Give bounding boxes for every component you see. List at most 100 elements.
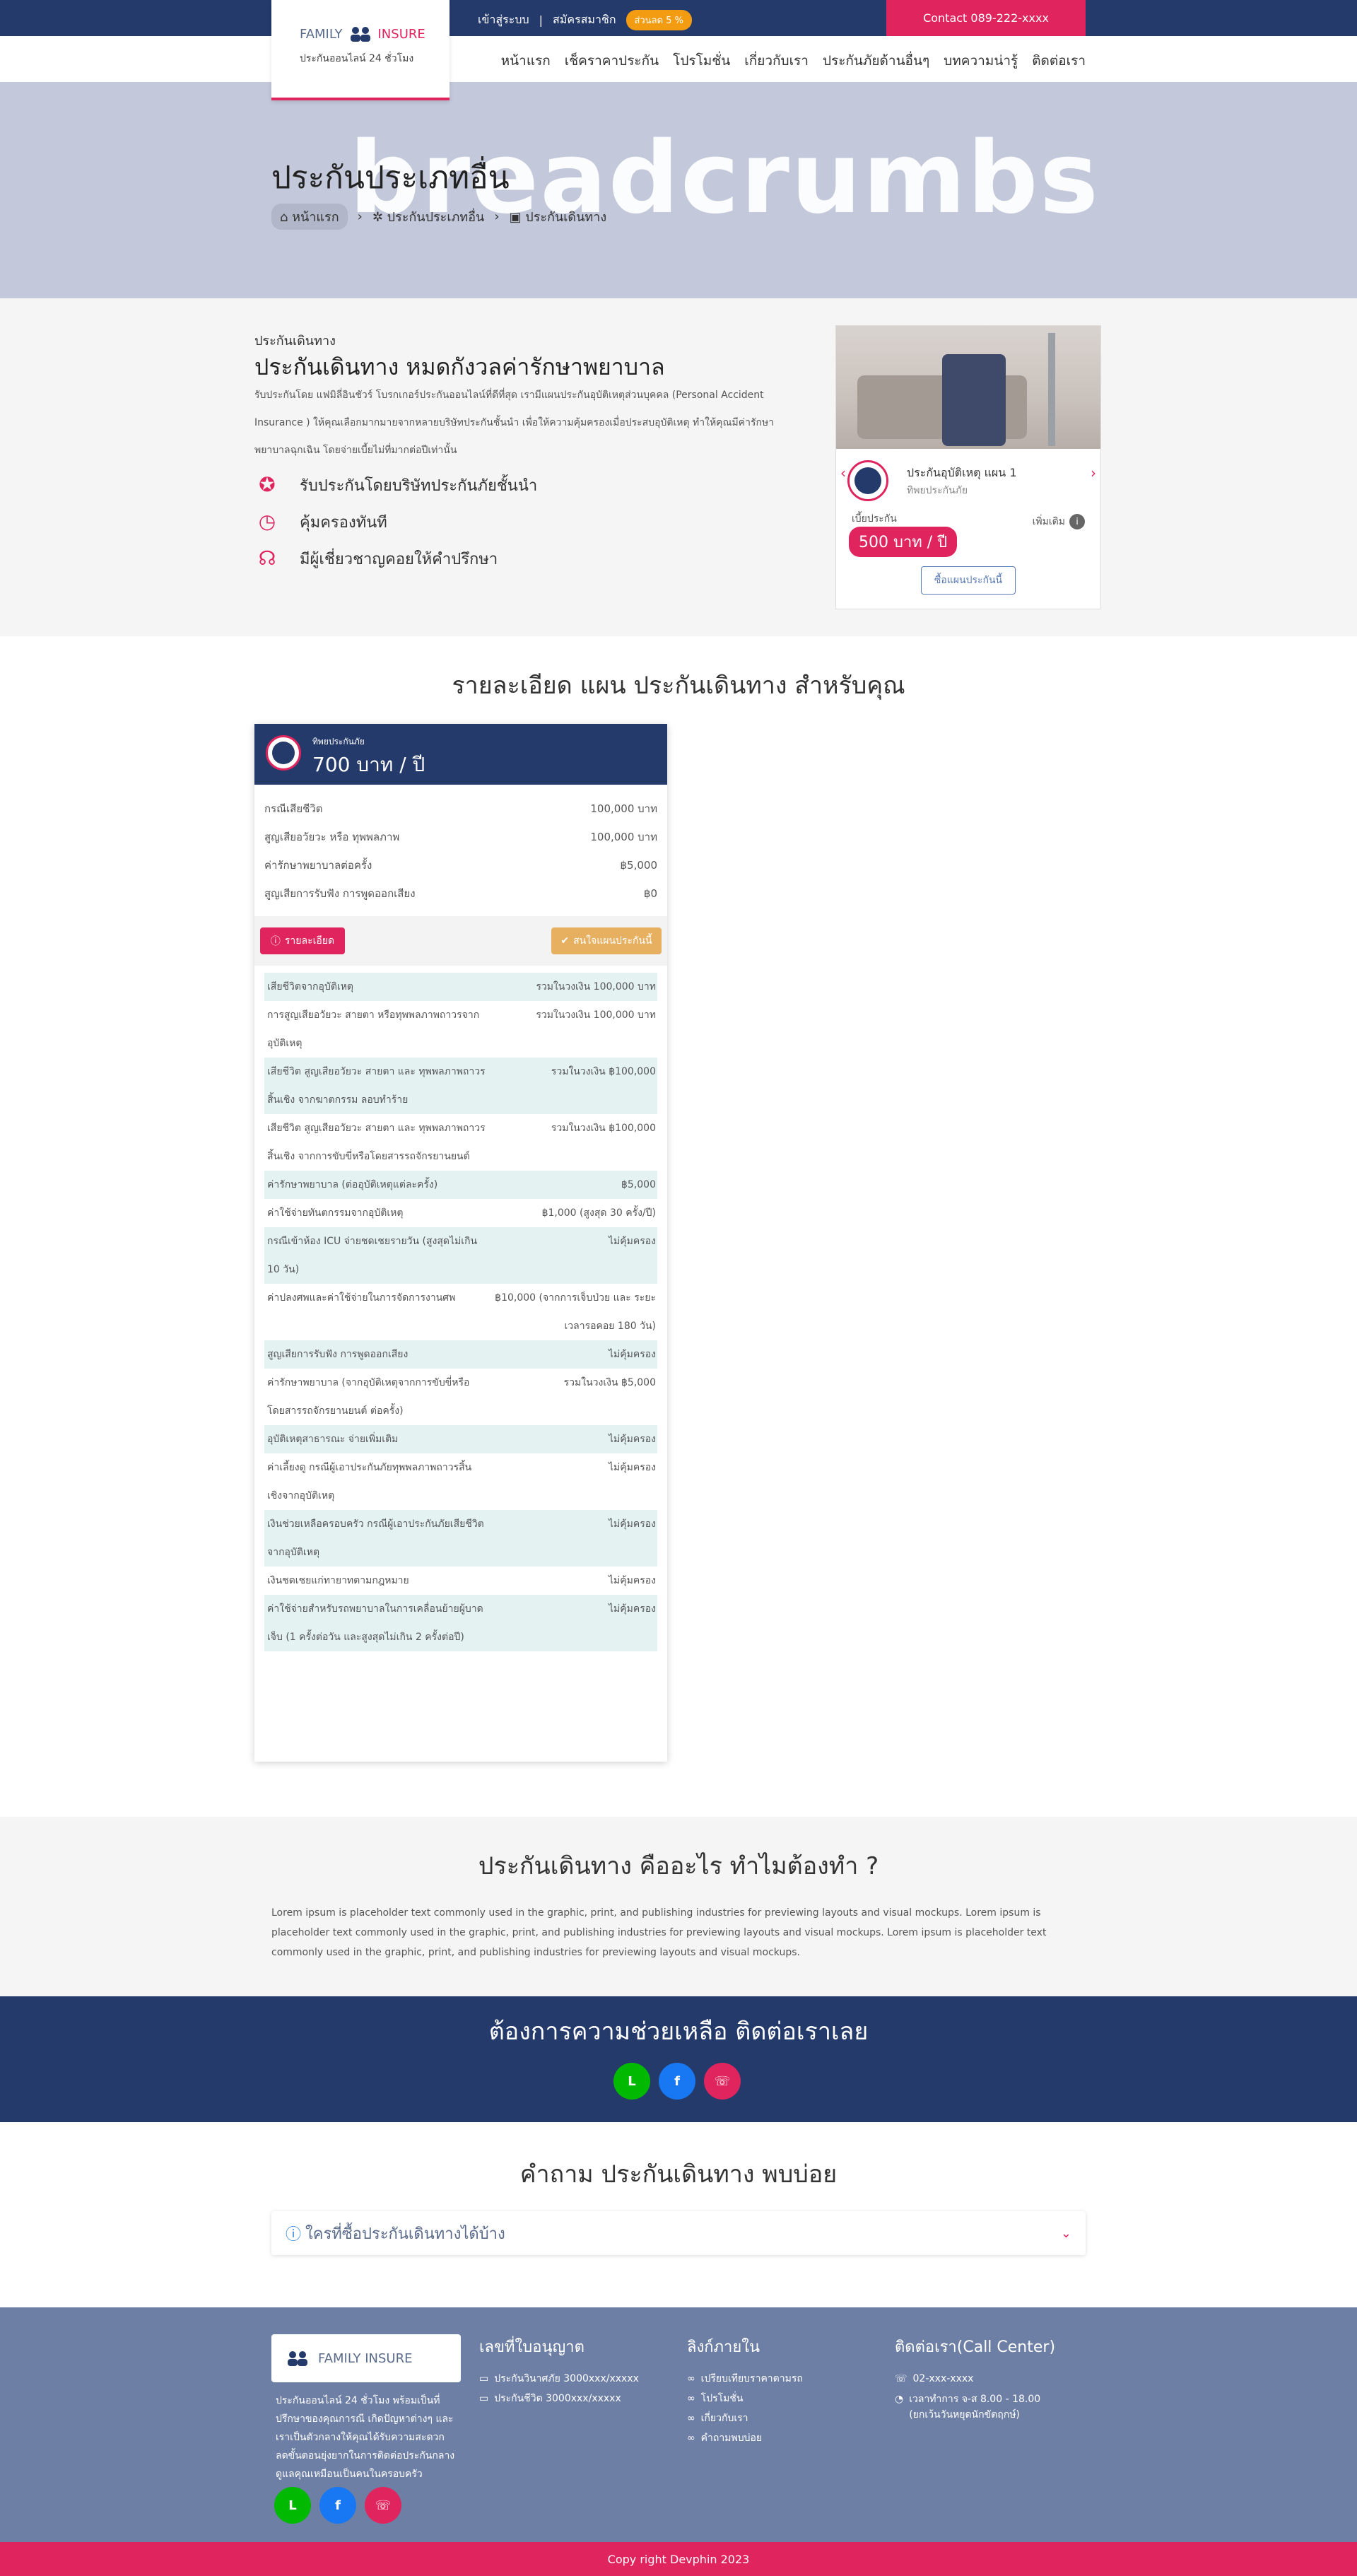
insurer-logo	[847, 460, 888, 501]
coverage-value: รวมในวงเงิน ฿5,000	[563, 1377, 656, 1388]
chevron-left-icon[interactable]: ‹	[840, 464, 846, 481]
footer-link[interactable]: ∞ โปรโมชั่น	[687, 2389, 803, 2408]
nav-item[interactable]: ประกันภัยด้านอื่นๆ	[823, 50, 929, 71]
coverage-row: อุบัติเหตุสาธารณะ จ่ายเพิ่มเติม ไม่คุ้มคร…	[264, 1425, 657, 1453]
footer-contact: ติดต่อเรา(Call Center) ☏ 02-xxx-xxxx ◔ เว…	[895, 2334, 1055, 2423]
coverage-label: ค่ารักษาพยาบาล (จากอุบัติเหตุจากการขับขี…	[267, 1377, 470, 1417]
nav-item[interactable]: หน้าแรก	[501, 50, 551, 71]
whatis-title: ประกันเดินทาง คืออะไร ทำไมต้องทำ ?	[478, 1852, 879, 1880]
coverage-value: ไม่คุ้มครอง	[609, 1434, 656, 1445]
nav-item[interactable]: เกี่ยวกับเรา	[744, 50, 809, 71]
footer-link[interactable]: ∞ เปรียบเทียบราคาตามรถ	[687, 2369, 803, 2389]
license-item: ▭ ประกันวินาศภัย 3000xxx/xxxxx	[479, 2369, 639, 2389]
summary-row: กรณีเสียชีวิต 100,000 บาท	[264, 795, 657, 823]
phone-icon: ☏	[895, 2373, 907, 2384]
brand-insure: INSURE	[377, 26, 425, 42]
nav-item[interactable]: ติดต่อเรา	[1032, 50, 1086, 71]
info-icon: ⓘ	[270, 936, 281, 947]
footer-link[interactable]: ∞ คำถามพบบ่อย	[687, 2428, 803, 2448]
license-text: ประกันชีวิต 3000xxx/xxxxx	[494, 2393, 621, 2404]
nav-item[interactable]: โปรโมชั่น	[673, 50, 730, 71]
breadcrumb-category-label: ประกันประเภทอื่น	[387, 210, 485, 225]
main-nav: หน้าแรก เช็คราคาประกัน โปรโมชั่น เกี่ยวกับเ…	[0, 36, 1357, 82]
buy-plan-button[interactable]: ซื้อแผนประกันนี้	[921, 566, 1016, 595]
feature-item: ◷ คุ้มครองทันที	[254, 509, 387, 534]
whatis-section: ประกันเดินทาง คืออะไร ทำไมต้องทำ ? Lorem…	[0, 1817, 1357, 1996]
chevron-right-icon[interactable]: ›	[1091, 464, 1096, 481]
line-icon[interactable]: L	[613, 2063, 650, 2100]
footer-phone[interactable]: ☏ 02-xxx-xxxx	[895, 2369, 1055, 2389]
summary-value: 100,000 บาท	[590, 831, 657, 843]
coverage-label: เสียชีวิต สูญเสียอวัยวะ สายตา และ ทุพพลภ…	[267, 1066, 486, 1106]
nav-item[interactable]: บทความน่ารู้	[944, 50, 1018, 71]
coverage-value: ไม่คุ้มครอง	[609, 1349, 656, 1360]
coverage-row: กรณีเข้าห้อง ICU จ่ายชดเชยรายวัน (สูงสุด…	[264, 1227, 657, 1284]
coverage-value: ฿1,000 (สูงสุด 30 ครั้ง/ปี)	[541, 1207, 656, 1219]
breadcrumb-category[interactable]: ✲ ประกันประเภทอื่น	[372, 206, 485, 227]
detail-actions: ⓘ รายละเอียด ✔ สนใจแผนประกันนี้	[254, 916, 667, 966]
insurer-logo-mark	[854, 467, 881, 494]
coverage-value: รวมในวงเงิน ฿100,000	[551, 1066, 656, 1077]
faq-title: คำถาม ประกันเดินทาง พบบ่อย	[519, 2160, 838, 2189]
plan-name: ประกันอุบัติเหตุ แผน 1	[907, 466, 1017, 479]
detail-company: ทิพยประกันภัย	[312, 737, 365, 747]
breadcrumb-sep: ›	[357, 209, 363, 224]
summary-value: 100,000 บาท	[590, 802, 657, 815]
plan-price: 500 บาท / ปี	[849, 527, 958, 557]
link-icon: ∞	[687, 2373, 695, 2384]
intro-category: ประกันเดินทาง	[254, 334, 336, 349]
more-info[interactable]: เพิ่มเติม i	[1033, 514, 1085, 529]
summary-label: ค่ารักษาพยาบาลต่อครั้ง	[264, 859, 372, 872]
coverage-row: ค่ารักษาพยาบาล (ต่ออุบัติเหตุแต่ละครั้ง)…	[264, 1171, 657, 1199]
interested-button[interactable]: ✔ สนใจแผนประกันนี้	[551, 927, 662, 954]
coverage-row: เสียชีวิตจากอุบัติเหตุ รวมในวงเงิน 100,00…	[264, 973, 657, 1001]
breadcrumb-home[interactable]: ⌂ หน้าแรก	[271, 204, 348, 230]
coverage-row: ค่าใช้จ่ายทันตกรรมจากอุบัติเหตุ ฿1,000 (ส…	[264, 1199, 657, 1227]
coverage-value: ไม่คุ้มครอง	[609, 1603, 656, 1615]
intro-headline: ประกันเดินทาง หมดกังวลค่ารักษาพยาบาล	[254, 353, 665, 380]
register-link[interactable]: สมัครสมาชิก	[553, 11, 616, 29]
coverage-label: กรณีเข้าห้อง ICU จ่ายชดเชยรายวัน (สูงสุด…	[267, 1236, 478, 1275]
intro-section: ประกันเดินทาง ประกันเดินทาง หมดกังวลค่าร…	[0, 298, 1357, 636]
coverage-value: รวมในวงเงิน 100,000 บาท	[536, 981, 656, 993]
faq-item[interactable]: ⓘ ใครที่ซื้อประกันเดินทางได้บ้าง ⌄	[271, 2211, 1086, 2255]
breadcrumb-sep: ›	[494, 209, 500, 224]
summary-label: กรณีเสียชีวิต	[264, 802, 323, 815]
nav-item[interactable]: เช็คราคาประกัน	[565, 50, 659, 71]
coverage-value: ไม่คุ้มครอง	[609, 1236, 656, 1247]
coverage-row: ค่ารักษาพยาบาล (จากอุบัติเหตุจากการขับขี…	[264, 1369, 657, 1425]
logo[interactable]: FAMILY INSURE ประกันออนไลน์ 24 ชั่วโมง	[271, 0, 450, 100]
plan-company: ทิพยประกันภัย	[907, 485, 968, 496]
login-link[interactable]: เข้าสู่ระบบ	[478, 11, 529, 29]
phone-icon[interactable]: ☏	[365, 2487, 401, 2524]
facebook-icon[interactable]: f	[659, 2063, 695, 2100]
footer-licenses: เลขที่ใบอนุญาต ▭ ประกันวินาศภัย 3000xxx/x…	[479, 2334, 639, 2408]
coverage-row: สูญเสียการรับฟัง การพูดออกเสียง ไม่คุ้มคร…	[264, 1340, 657, 1369]
phone-icon[interactable]: ☏	[704, 2063, 741, 2100]
coverage-value: รวมในวงเงิน ฿100,000	[551, 1123, 656, 1134]
top-bar: เข้าสู่ระบบ | สมัครสมาชิก ส่วนลด 5 % Con…	[0, 0, 1357, 36]
breadcrumb-current: ▣ ประกันเดินทาง	[510, 206, 607, 227]
help-social: L f ☏	[613, 2063, 741, 2100]
promo-badge[interactable]: ส่วนลด 5 %	[625, 10, 692, 30]
facebook-icon[interactable]: f	[319, 2487, 356, 2524]
insurer-logo-mark	[272, 742, 295, 764]
brand-family: FAMILY	[300, 26, 343, 42]
line-icon[interactable]: L	[274, 2487, 311, 2524]
coverage-label: เงินช่วยเหลือครอบครัว กรณีผู้เอาประกันภั…	[267, 1518, 484, 1558]
coverage-label: สูญเสียการรับฟัง การพูดออกเสียง	[267, 1349, 409, 1360]
feature-label: รับประกันโดยบริษัทประกันภัยชั้นนำ	[300, 476, 538, 495]
premium-label: เบี้ยประกัน	[852, 513, 897, 525]
footer-logo[interactable]: FAMILY INSURE	[271, 2334, 461, 2382]
coverage-label: การสูญเสียอวัยวะ สายตา หรือทุพพลภาพถาวรจ…	[267, 1009, 480, 1049]
plan-photo	[836, 326, 1100, 449]
insurer-logo	[266, 735, 301, 771]
summary-value: ฿5,000	[620, 859, 658, 872]
details-button[interactable]: ⓘ รายละเอียด	[260, 927, 345, 954]
summary-row: ค่ารักษาพยาบาลต่อครั้ง ฿5,000	[264, 851, 657, 879]
link-icon: ∞	[687, 2432, 695, 2444]
footer-link[interactable]: ∞ เกี่ยวกับเรา	[687, 2408, 803, 2428]
coverage-value: ฿10,000 (จากการเจ็บป่วย และ ระยะเวลารอคอ…	[495, 1292, 656, 1332]
contact-button[interactable]: Contact 089-222-xxxx	[886, 0, 1086, 36]
feature-item: ☊ มีผู้เชี่ยวชาญคอยให้คำปรึกษา	[254, 546, 498, 571]
